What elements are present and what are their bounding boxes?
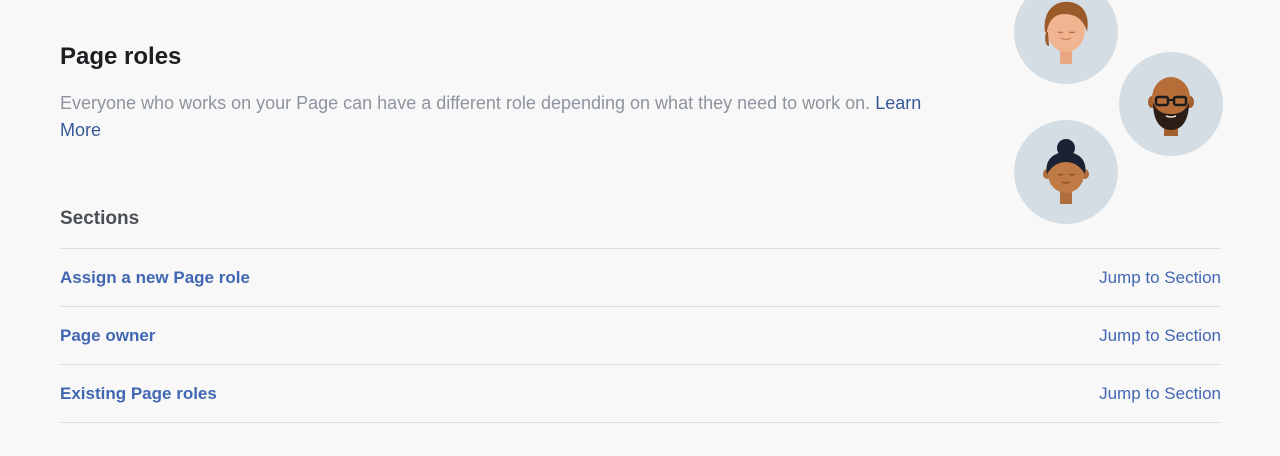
jump-to-section-link[interactable]: Jump to Section [1099,268,1221,288]
section-label[interactable]: Page owner [60,326,155,346]
section-row-assign-role[interactable]: Assign a new Page role Jump to Section [60,248,1221,306]
jump-to-section-link[interactable]: Jump to Section [1099,384,1221,404]
description-text: Everyone who works on your Page can have… [60,93,871,113]
page-header: Page roles Everyone who works on your Pa… [60,40,960,144]
section-row-page-owner[interactable]: Page owner Jump to Section [60,306,1221,364]
person-bald-glasses-beard-icon [1119,52,1223,156]
section-label[interactable]: Assign a new Page role [60,268,250,288]
avatar-illustration [1000,0,1260,240]
page-title: Page roles [60,43,182,70]
section-label[interactable]: Existing Page roles [60,384,217,404]
sections-list: Sections Assign a new Page role Jump to … [60,205,1221,423]
person-short-hair-icon [1014,0,1118,84]
section-row-existing-roles[interactable]: Existing Page roles Jump to Section [60,364,1221,423]
page-description: Everyone who works on your Page can have… [60,90,960,144]
jump-to-section-link[interactable]: Jump to Section [1099,326,1221,346]
sections-title: Sections [60,208,140,229]
